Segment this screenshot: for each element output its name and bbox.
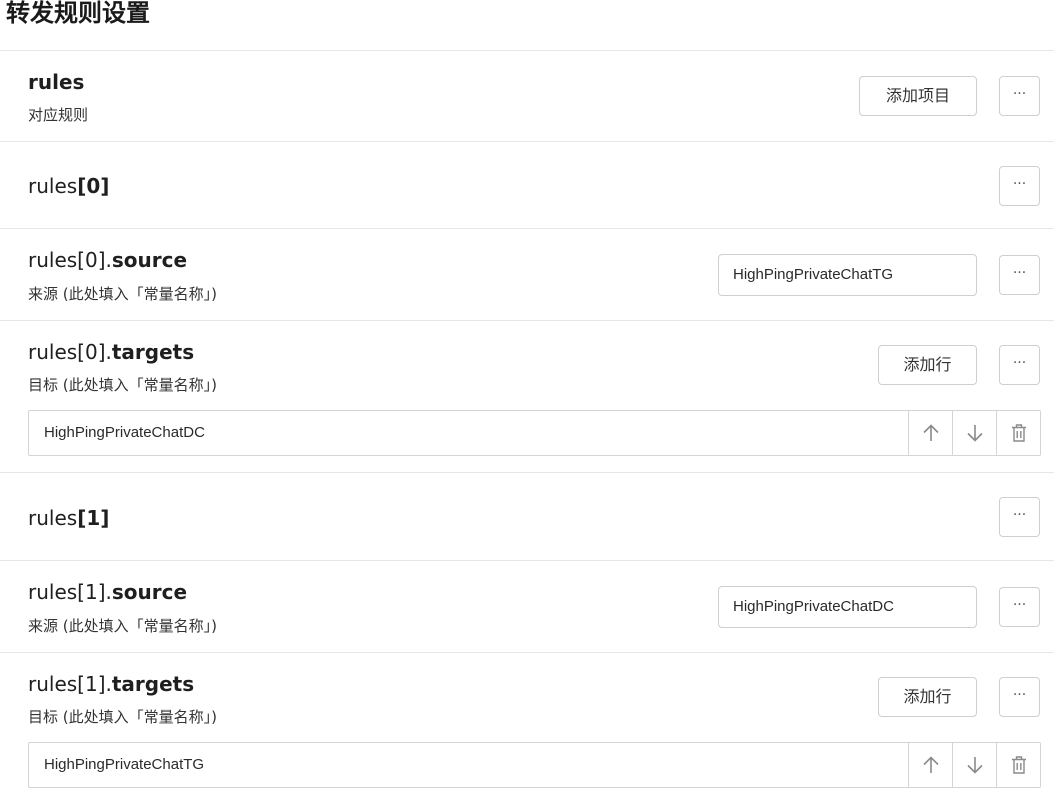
rule-1-source-prefix: rules[1]. [28,580,112,604]
rules-description: 对应规则 [28,106,89,124]
rule-0-title-prefix: rules [28,174,78,198]
rule-1-source-input[interactable]: HighPingPrivateChatDC [718,586,977,628]
rule-0-source-more-button[interactable]: ··· [999,255,1040,295]
list-item: HighPingPrivateChatTG [28,742,1041,788]
rule-0-source-title: rules[0].source [28,248,187,272]
rule-0-header: rules[0] ··· [0,142,1054,228]
rule-1-source-setting: rules[1].source 来源 (此处填入「常量名称」) HighPing… [0,561,1054,652]
rule-1-targets-description: 目标 (此处填入「常量名称」) [28,708,217,726]
rule-0-more-button[interactable]: ··· [999,166,1040,206]
rule-1-title-index: [1] [77,506,110,530]
rule-1-targets-setting: rules[1].targets 目标 (此处填入「常量名称」) 添加行 ···… [0,653,1054,800]
rule-1-source-key: source [111,580,188,604]
rule-0-targets-more-button[interactable]: ··· [999,345,1040,385]
arrow-down-icon[interactable] [952,411,997,455]
rule-0-source-description: 来源 (此处填入「常量名称」) [28,285,217,303]
rule-1-source-title: rules[1].source [28,580,187,604]
rule-0-source-prefix: rules[0]. [28,248,112,272]
arrow-down-icon[interactable] [952,743,997,787]
rule-0-targets-prefix: rules[0]. [28,340,112,364]
rule-0-targets-description: 目标 (此处填入「常量名称」) [28,376,217,394]
rule-1-targets-title: rules[1].targets [28,672,194,696]
rule-0-targets-title: rules[0].targets [28,340,194,364]
rule-1-targets-key: targets [111,672,195,696]
rule-1-more-button[interactable]: ··· [999,497,1040,537]
add-item-button[interactable]: 添加项目 [859,76,977,116]
rules-title: rules [28,70,84,94]
rules-title-key: rules [28,70,85,94]
rule-1-header: rules[1] ··· [0,473,1054,560]
rules-more-button[interactable]: ··· [999,76,1040,116]
rule-0-targets-key: targets [111,340,195,364]
rule-1-targets-prefix: rules[1]. [28,672,112,696]
rule-0-source-key: source [111,248,188,272]
rule-0-title: rules[0] [28,174,109,198]
add-row-button[interactable]: 添加行 [878,345,977,385]
rule-1-source-more-button[interactable]: ··· [999,587,1040,627]
rule-1-title-prefix: rules [28,506,78,530]
rule-0-source-input[interactable]: HighPingPrivateChatTG [718,254,977,296]
settings-page: 转发规则设置 rules 对应规则 添加项目 ··· rules[0] ··· … [0,0,1054,800]
rule-0-source-setting: rules[0].source 来源 (此处填入「常量名称」) HighPing… [0,229,1054,320]
list-item: HighPingPrivateChatDC [28,410,1041,456]
rule-0-title-index: [0] [77,174,110,198]
trash-icon[interactable] [996,411,1041,455]
rule-0-targets-setting: rules[0].targets 目标 (此处填入「常量名称」) 添加行 ···… [0,321,1054,472]
rule-1-source-description: 来源 (此处填入「常量名称」) [28,617,217,635]
page-title: 转发规则设置 [6,0,150,27]
rule-1-title: rules[1] [28,506,109,530]
target-value[interactable]: HighPingPrivateChatDC [44,411,205,455]
trash-icon[interactable] [996,743,1041,787]
target-value[interactable]: HighPingPrivateChatTG [44,743,204,787]
arrow-up-icon[interactable] [908,743,953,787]
arrow-up-icon[interactable] [908,411,953,455]
add-row-button[interactable]: 添加行 [878,677,977,717]
rule-1-targets-more-button[interactable]: ··· [999,677,1040,717]
rules-setting: rules 对应规则 添加项目 ··· [0,51,1054,141]
